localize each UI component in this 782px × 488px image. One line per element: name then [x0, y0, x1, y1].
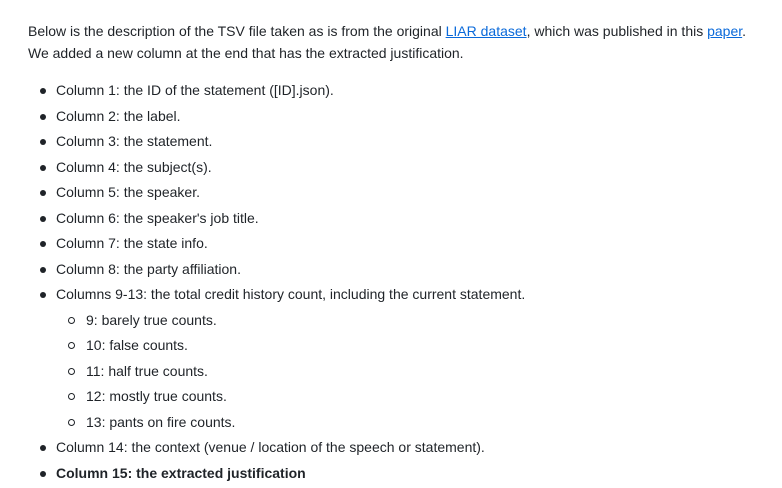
bullet-icon: [40, 88, 46, 94]
bullet-icon: [40, 190, 46, 196]
list-item: Column 5: the speaker.: [28, 180, 778, 206]
sublist-item-text: 13: pants on fire counts.: [86, 413, 236, 430]
list-item-text: Column 6: the speaker's job title.: [56, 209, 259, 226]
list-item-text: Column 14: the context (venue / location…: [56, 439, 485, 455]
list-item-text: Column 5: the speaker.: [56, 184, 200, 200]
list-item: Column 6: the speaker's job title.: [28, 206, 778, 232]
list-item-text: Column 4: the subject(s).: [56, 158, 212, 175]
list-item: Column 1: the ID of the statement ([ID].…: [28, 78, 778, 104]
bullet-icon: [40, 445, 46, 451]
sublist-item: 12: mostly true counts.: [28, 384, 778, 410]
intro-text-end: .: [742, 23, 747, 39]
credit-history-sublist: 9: barely true counts. 10: false counts.…: [56, 308, 778, 436]
list-item: Column 2: the label.: [28, 104, 778, 130]
intro-paragraph: Below is the description of the TSV file…: [28, 20, 778, 64]
list-item: Column 4: the subject(s).: [28, 155, 778, 181]
bullet-icon: [40, 470, 46, 477]
bullet-icon: [40, 139, 46, 145]
bullet-icon: [40, 113, 46, 120]
sublist-item-text: 10: false counts.: [86, 337, 188, 353]
circle-bullet-icon: [68, 367, 75, 375]
liar-dataset-link[interactable]: LIAR dataset: [446, 23, 527, 39]
sublist-item: 11: half true counts.: [28, 359, 778, 385]
list-item: Columns 9-13: the total credit history c…: [28, 282, 778, 435]
list-item: Column 15: the extracted justification: [28, 461, 778, 487]
list-item-text: Columns 9-13: the total credit history c…: [56, 286, 526, 302]
list-item-text-bold: Column 15: the extracted justification: [56, 464, 306, 481]
circle-bullet-icon: [68, 418, 75, 426]
list-item: Column 14: the context (venue / location…: [28, 435, 778, 461]
circle-bullet-icon: [68, 316, 75, 324]
list-item-text: Column 3: the statement.: [56, 133, 213, 149]
list-item-text: Column 7: the state info.: [56, 235, 208, 251]
intro-text-start: Below is the description of the TSV file…: [28, 23, 446, 39]
circle-bullet-icon: [68, 342, 75, 349]
bullet-icon: [40, 164, 46, 171]
list-item-text: Column 8: the party affiliation.: [56, 260, 241, 277]
sublist-item-text: 9: barely true counts.: [86, 311, 217, 328]
circle-bullet-icon: [68, 393, 75, 400]
sublist-item: 9: barely true counts.: [28, 308, 778, 334]
bullet-icon: [40, 266, 46, 273]
bullet-icon: [40, 292, 46, 298]
sublist-item: 10: false counts.: [28, 333, 778, 359]
sublist-item-text: 12: mostly true counts.: [86, 388, 227, 404]
intro-text-mid: , which was published in this: [526, 23, 708, 39]
sublist-item: 13: pants on fire counts.: [28, 410, 778, 436]
list-item-text: Column 2: the label.: [56, 107, 181, 124]
list-item-text: Column 1: the ID of the statement ([ID].…: [56, 82, 334, 98]
intro-text-line2: We added a new column at the end that ha…: [28, 45, 464, 61]
bullet-icon: [40, 241, 46, 247]
list-item: Column 7: the state info.: [28, 231, 778, 257]
readme-content: Below is the description of the TSV file…: [28, 20, 778, 486]
sublist-item-text: 11: half true counts.: [86, 362, 208, 379]
list-item: Column 3: the statement.: [28, 129, 778, 155]
column-list: Column 1: the ID of the statement ([ID].…: [28, 78, 778, 486]
list-item: Column 8: the party affiliation.: [28, 257, 778, 283]
bullet-icon: [40, 215, 46, 222]
paper-link[interactable]: paper: [707, 23, 742, 39]
